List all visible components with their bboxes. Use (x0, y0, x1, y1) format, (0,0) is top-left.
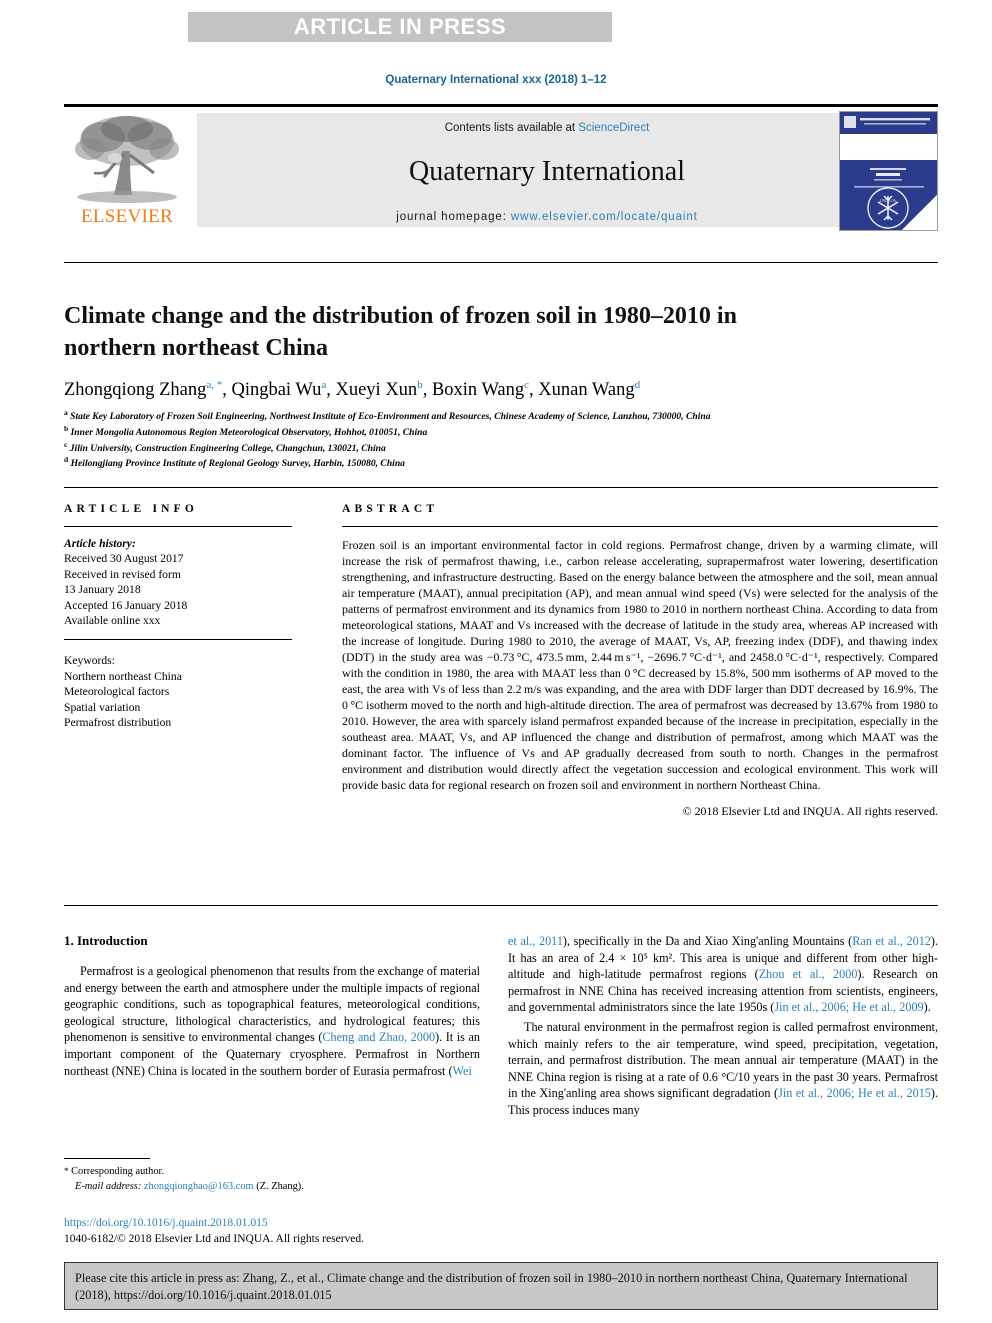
author-name: Xunan Wang (538, 380, 635, 401)
affiliation-list: a State Key Laboratory of Frozen Soil En… (64, 408, 924, 471)
citation-link[interactable]: Jin et al., 2006; He et al., 2015 (778, 1086, 931, 1100)
author-name: Boxin Wang (431, 380, 525, 401)
citation-link[interactable]: Cheng and Zhao, 2000 (322, 1030, 435, 1044)
journal-reference-line: Quaternary International xxx (2018) 1–12 (385, 74, 607, 86)
keywords-rule (64, 639, 292, 641)
contents-available-line: Contents lists available at ScienceDirec… (197, 122, 897, 134)
email-note: E-mail address: zhongqionghao@163.com (Z… (64, 1180, 484, 1195)
elsevier-tree-icon (75, 116, 179, 203)
footnote-block: * Corresponding author. E-mail address: … (64, 1165, 484, 1194)
introduction-paragraph-1-cont: et al., 2011), specifically in the Da an… (508, 933, 938, 1016)
corresponding-author-note: * Corresponding author. (64, 1165, 484, 1180)
article-history-item: Received in revised form (64, 567, 181, 581)
keywords-block: Keywords: Northern northeast China Meteo… (64, 653, 292, 730)
author-affil-marker: b (417, 379, 423, 391)
citation-link[interactable]: et al., 2011 (508, 934, 563, 948)
journal-cover-thumbnail: INQUA (839, 111, 938, 231)
abstract-text: Frozen soil is an important environmenta… (342, 538, 938, 792)
article-history-item: Accepted 16 January 2018 (64, 598, 188, 612)
email-link[interactable]: zhongqionghao@163.com (144, 1181, 254, 1192)
affiliation-text: Jilin University, Construction Engineeri… (69, 442, 386, 454)
cite-this-article-text: Please cite this article in press as: Zh… (75, 1271, 908, 1302)
affiliation-marker: b (64, 423, 69, 433)
keyword-item: Permafrost distribution (64, 716, 172, 730)
journal-masthead: ELSEVIER Contents lists available at Sci… (64, 104, 938, 231)
info-section-top-rule (64, 487, 938, 488)
masthead-bottom-rule (64, 262, 938, 263)
article-history-block: Article history: Received 30 August 2017… (64, 536, 292, 628)
article-in-press-banner: ARTICLE IN PRESS (188, 12, 612, 42)
author-name: Qingbai Wu (231, 380, 322, 401)
cite-this-article-box: Please cite this article in press as: Zh… (64, 1262, 938, 1310)
author-affil-marker: c (524, 379, 530, 391)
contents-prefix: Contents lists available at (444, 122, 579, 134)
article-info-column: ARTICLE INFO Article history: Received 3… (64, 503, 292, 730)
article-history-label: Article history: (64, 537, 136, 550)
affiliation-text: Heilongjiang Province Institute of Regio… (70, 458, 405, 470)
keyword-item: Spatial variation (64, 700, 141, 714)
affiliation-text: State Key Laboratory of Frozen Soil Engi… (70, 411, 711, 423)
affiliation-item: d Heilongjiang Province Institute of Reg… (64, 455, 924, 471)
introduction-heading: 1. Introduction (64, 933, 148, 948)
affiliation-marker: d (64, 455, 69, 465)
email-label: E-mail address: (75, 1180, 142, 1192)
author-list: Zhongqiong Zhanga, *, Qingbai Wua, Xueyi… (64, 379, 641, 401)
journal-homepage-line: journal homepage: www.elsevier.com/locat… (197, 211, 897, 223)
issn-copyright-line: 1040-6182/© 2018 Elsevier Ltd and INQUA.… (64, 1233, 365, 1245)
introduction-paragraph-2: The natural environment in the permafros… (508, 1019, 938, 1119)
journal-cover-artwork: INQUA (840, 112, 937, 230)
citation-link[interactable]: Jin et al., 2006; He et al., 2009 (774, 1000, 923, 1014)
corresponding-author-text: Corresponding author. (71, 1166, 165, 1177)
author-name: Xueyi Xun (335, 380, 418, 401)
article-history-item: Available online xxx (64, 614, 161, 628)
abstract-rule (342, 526, 938, 527)
affiliation-marker: a (64, 408, 68, 417)
elsevier-wordmark: ELSEVIER (80, 206, 174, 227)
homepage-label: journal homepage: (396, 211, 511, 223)
author-affil-marker: d (634, 379, 641, 391)
page-title: Climate change and the distribution of f… (64, 303, 737, 361)
asterisk-icon: * (64, 1166, 69, 1176)
abstract-copyright: © 2018 Elsevier Ltd and INQUA. All right… (682, 804, 938, 818)
intro-text-run: ), specifically in the Da and Xiao Xing'… (562, 934, 853, 948)
citation-link[interactable]: Wei (453, 1064, 472, 1078)
affiliation-marker: c (64, 439, 68, 449)
abstract-heading: ABSTRACT (342, 503, 439, 515)
introduction-right-column: et al., 2011), specifically in the Da an… (508, 933, 938, 1122)
introduction-left-column: 1. Introduction Permafrost is a geologic… (64, 933, 480, 1082)
keywords-label: Keywords: (64, 654, 115, 668)
article-info-rule (64, 526, 292, 527)
homepage-url-link[interactable]: www.elsevier.com/locate/quaint (511, 211, 698, 223)
keyword-item: Northern northeast China (64, 669, 182, 683)
affiliation-item: a State Key Laboratory of Frozen Soil En… (64, 408, 924, 424)
citation-link[interactable]: Ran et al., 2012 (852, 934, 931, 948)
article-page: ARTICLE IN PRESS Quaternary Internationa… (0, 0, 992, 1323)
affiliation-text: Inner Mongolia Autonomous Region Meteoro… (70, 426, 428, 438)
author-affil-marker: a (321, 379, 327, 391)
footnote-rule (64, 1158, 150, 1159)
info-section-bottom-rule (64, 905, 938, 906)
contents-box: Contents lists available at ScienceDirec… (197, 113, 897, 227)
intro-text-run: ). (923, 1000, 931, 1015)
affiliation-item: c Jilin University, Construction Enginee… (64, 440, 924, 456)
elsevier-logo: ELSEVIER (64, 111, 190, 229)
introduction-paragraph-1: Permafrost is a geological phenomenon th… (64, 963, 480, 1079)
article-in-press-label: ARTICLE IN PRESS (293, 14, 507, 39)
article-info-heading: ARTICLE INFO (64, 503, 199, 515)
affiliation-item: b Inner Mongolia Autonomous Region Meteo… (64, 424, 924, 440)
author-affil-marker: a, * (206, 379, 223, 391)
svg-text:INQUA: INQUA (880, 199, 896, 204)
journal-title: Quaternary International (409, 156, 685, 187)
article-history-item: 13 January 2018 (64, 583, 141, 597)
doi-link[interactable]: https://doi.org/10.1016/j.quaint.2018.01… (64, 1217, 268, 1229)
author-name: Zhongqiong Zhang (64, 380, 207, 401)
keyword-item: Meteorological factors (64, 685, 170, 699)
email-suffix: (Z. Zhang). (256, 1180, 304, 1192)
abstract-column: ABSTRACT Frozen soil is an important env… (342, 503, 938, 819)
sciencedirect-link[interactable]: ScienceDirect (578, 122, 649, 134)
article-history-item: Received 30 August 2017 (64, 552, 184, 566)
citation-link[interactable]: Zhou et al., 2000 (759, 967, 858, 981)
